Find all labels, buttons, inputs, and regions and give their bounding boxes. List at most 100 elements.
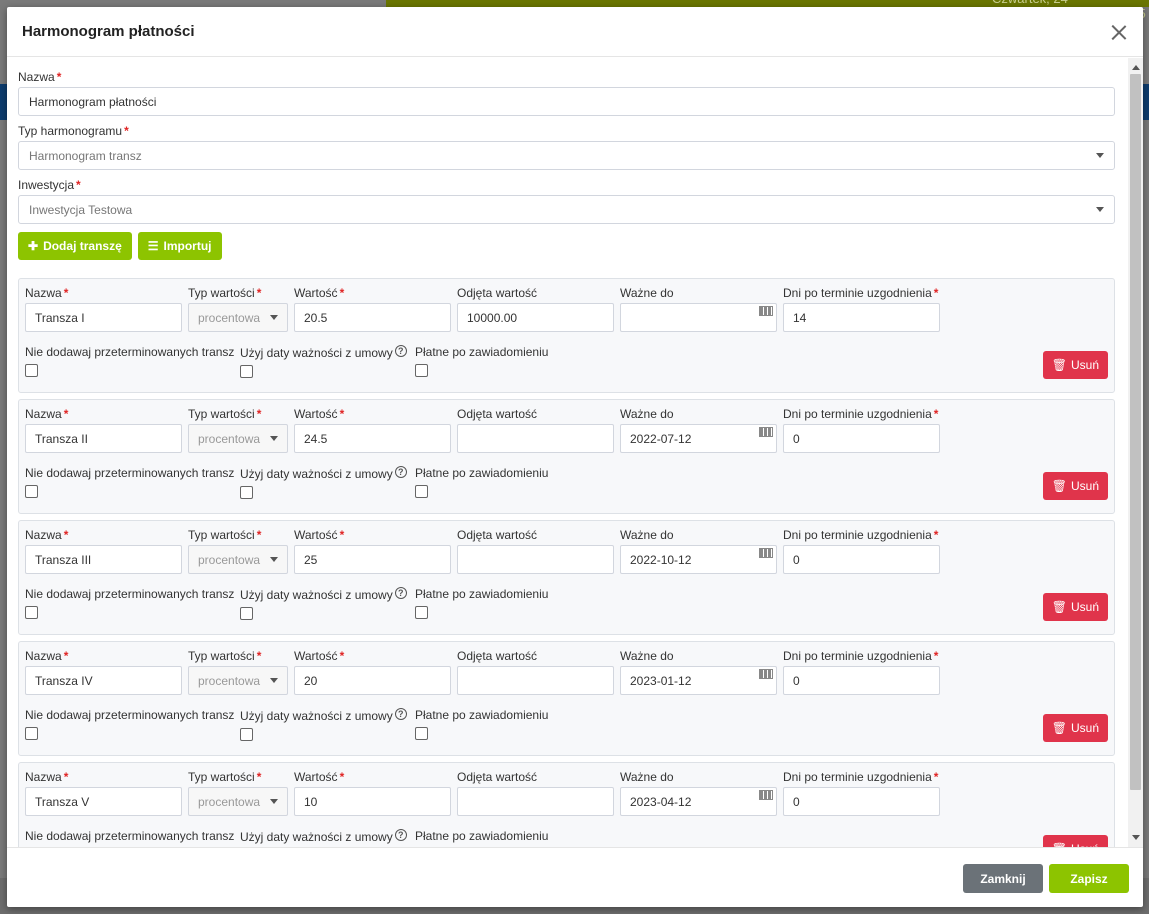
tranche-name-input[interactable]: Transza IV — [25, 666, 182, 695]
tranche-deducted-input[interactable]: 10000.00 — [457, 303, 614, 332]
help-icon[interactable]: ? — [394, 345, 407, 357]
tranche-days-after-input[interactable]: 0 — [783, 787, 940, 816]
type-field-label: Typ harmonogramu * — [18, 124, 129, 138]
help-icon[interactable]: ? — [394, 587, 407, 599]
tranche-value-type-select[interactable]: procentowa — [188, 424, 288, 453]
tranche-name-label: Nazwa * — [25, 649, 69, 663]
tranche-date-wrap: 2023-01-12 — [620, 666, 777, 695]
tranche-value-type-select[interactable]: procentowa — [188, 545, 288, 574]
tranche-row: Nazwa * Transza IV Typ wartości * procentow… — [18, 641, 1115, 756]
use-contract-date-checkbox[interactable] — [240, 486, 253, 499]
chevron-down-icon — [270, 557, 278, 562]
delete-tranche-button[interactable]: 🗑 Usuń — [1042, 351, 1108, 379]
save-button[interactable]: Zapisz — [1049, 864, 1129, 893]
no-overdue-checkbox[interactable] — [25, 606, 38, 619]
use-contract-date-checkbox-label: Użyj daty ważności z umowy? — [240, 829, 407, 844]
use-contract-date-checkbox-group: Użyj daty ważności z umowy? — [240, 345, 407, 378]
tranche-valid-until-input[interactable] — [620, 303, 777, 332]
schedule-name-input[interactable]: Harmonogram płatności — [18, 87, 1115, 116]
use-contract-date-checkbox[interactable] — [240, 607, 253, 620]
form-content: Nazwa * Harmonogram płatności Typ harmono… — [18, 58, 1115, 847]
delete-tranche-button[interactable]: 🗑 Usuń — [1042, 593, 1108, 621]
tranche-value-input[interactable]: 20 — [294, 666, 451, 695]
calendar-icon[interactable] — [759, 306, 773, 316]
tranche-value-input[interactable]: 20.5 — [294, 303, 451, 332]
tranche-deducted-col: Odjęta wartość — [457, 407, 614, 453]
tranche-valid-until-input[interactable]: 2022-10-12 — [620, 545, 777, 574]
tranche-days-after-input[interactable]: 0 — [783, 424, 940, 453]
add-tranche-label: Dodaj transzę — [43, 239, 122, 253]
modal-body[interactable]: Nazwa * Harmonogram płatności Typ harmono… — [7, 58, 1143, 847]
help-icon[interactable]: ? — [394, 466, 407, 478]
payable-on-notice-checkbox-group: Płatne po zawiadomieniu — [415, 829, 548, 847]
tranche-name-input[interactable]: Transza III — [25, 545, 182, 574]
calendar-icon[interactable] — [759, 790, 773, 800]
use-contract-date-checkbox[interactable] — [240, 728, 253, 741]
tranche-deducted-input[interactable] — [457, 545, 614, 574]
tranche-value-type-select[interactable]: procentowa — [188, 666, 288, 695]
tranche-days-after-input[interactable]: 0 — [783, 666, 940, 695]
tranche-value-input[interactable]: 25 — [294, 545, 451, 574]
no-overdue-checkbox-group: Nie dodawaj przeterminowanych transz — [25, 829, 234, 847]
delete-tranche-button[interactable]: 🗑 Usuń — [1042, 835, 1108, 847]
no-overdue-checkbox-label: Nie dodawaj przeterminowanych transz — [25, 345, 235, 359]
scroll-up-icon[interactable] — [1132, 65, 1140, 70]
tranche-value-input[interactable]: 24.5 — [294, 424, 451, 453]
tranche-days-after-label: Dni po terminie uzgodnienia * — [783, 649, 939, 663]
investment-select[interactable]: Inwestycja Testowa — [18, 195, 1115, 224]
import-button[interactable]: ☰ Importuj — [137, 232, 222, 260]
modal-scrollbar[interactable] — [1128, 58, 1143, 847]
tranche-name-label: Nazwa * — [25, 407, 69, 421]
use-contract-date-checkbox[interactable] — [240, 365, 253, 378]
use-contract-date-checkbox-label: Użyj daty ważności z umowy? — [240, 708, 407, 723]
no-overdue-checkbox[interactable] — [25, 485, 38, 498]
tranche-days-after-input[interactable]: 0 — [783, 545, 940, 574]
use-contract-date-checkbox-group: Użyj daty ważności z umowy? — [240, 587, 407, 620]
delete-tranche-button[interactable]: 🗑 Usuń — [1042, 472, 1108, 500]
tranche-deducted-input[interactable] — [457, 666, 614, 695]
payable-on-notice-checkbox[interactable] — [415, 727, 428, 740]
tranche-value-type-select[interactable]: procentowa — [188, 787, 288, 816]
payable-on-notice-checkbox-group: Płatne po zawiadomieniu — [415, 466, 548, 498]
calendar-icon[interactable] — [759, 669, 773, 679]
tranche-valid-until-col: Ważne do 2023-01-12 — [620, 649, 777, 695]
tranche-valid-until-input[interactable]: 2022-07-12 — [620, 424, 777, 453]
action-buttons-row: ✚ Dodaj transzę ☰ Importuj — [18, 232, 1115, 260]
tranche-valid-until-input[interactable]: 2023-01-12 — [620, 666, 777, 695]
tranche-name-input[interactable]: Transza II — [25, 424, 182, 453]
scroll-down-icon[interactable] — [1132, 835, 1140, 840]
tranche-date-wrap: 2023-04-12 — [620, 787, 777, 816]
tranche-valid-until-label: Ważne do — [620, 286, 674, 300]
help-icon[interactable]: ? — [394, 829, 407, 841]
no-overdue-checkbox-group: Nie dodawaj przeterminowanych transz — [25, 466, 234, 498]
tranche-days-after-col: Dni po terminie uzgodnienia * 14 — [783, 286, 940, 332]
tranche-value-input[interactable]: 10 — [294, 787, 451, 816]
tranche-days-after-input[interactable]: 14 — [783, 303, 940, 332]
scroll-thumb[interactable] — [1130, 74, 1141, 790]
calendar-icon[interactable] — [759, 427, 773, 437]
no-overdue-checkbox[interactable] — [25, 364, 38, 377]
close-button[interactable]: Zamknij — [963, 864, 1043, 893]
schedule-type-select[interactable]: Harmonogram transz — [18, 141, 1115, 170]
help-icon[interactable]: ? — [394, 708, 407, 720]
tranche-deducted-input[interactable] — [457, 787, 614, 816]
tranche-deducted-input[interactable] — [457, 424, 614, 453]
payable-on-notice-checkbox[interactable] — [415, 364, 428, 377]
investment-field-group: Inwestycja * Inwestycja Testowa — [18, 178, 1115, 224]
close-icon[interactable] — [1109, 22, 1129, 42]
tranche-value-type-value: procentowa — [198, 552, 261, 567]
tranche-value-type-select[interactable]: procentowa — [188, 303, 288, 332]
no-overdue-checkbox[interactable] — [25, 727, 38, 740]
payable-on-notice-checkbox[interactable] — [415, 606, 428, 619]
calendar-icon[interactable] — [759, 548, 773, 558]
delete-tranche-button[interactable]: 🗑 Usuń — [1042, 714, 1108, 742]
tranche-valid-until-input[interactable]: 2023-04-12 — [620, 787, 777, 816]
tranche-value-label: Wartość * — [294, 286, 345, 300]
use-contract-date-checkbox-label: Użyj daty ważności z umowy? — [240, 345, 407, 360]
modal-footer: Zamknij Zapisz — [7, 847, 1143, 907]
add-tranche-button[interactable]: ✚ Dodaj transzę — [18, 232, 132, 260]
payable-on-notice-checkbox[interactable] — [415, 485, 428, 498]
tranche-name-label: Nazwa * — [25, 770, 69, 784]
tranche-name-input[interactable]: Transza V — [25, 787, 182, 816]
tranche-name-input[interactable]: Transza I — [25, 303, 182, 332]
